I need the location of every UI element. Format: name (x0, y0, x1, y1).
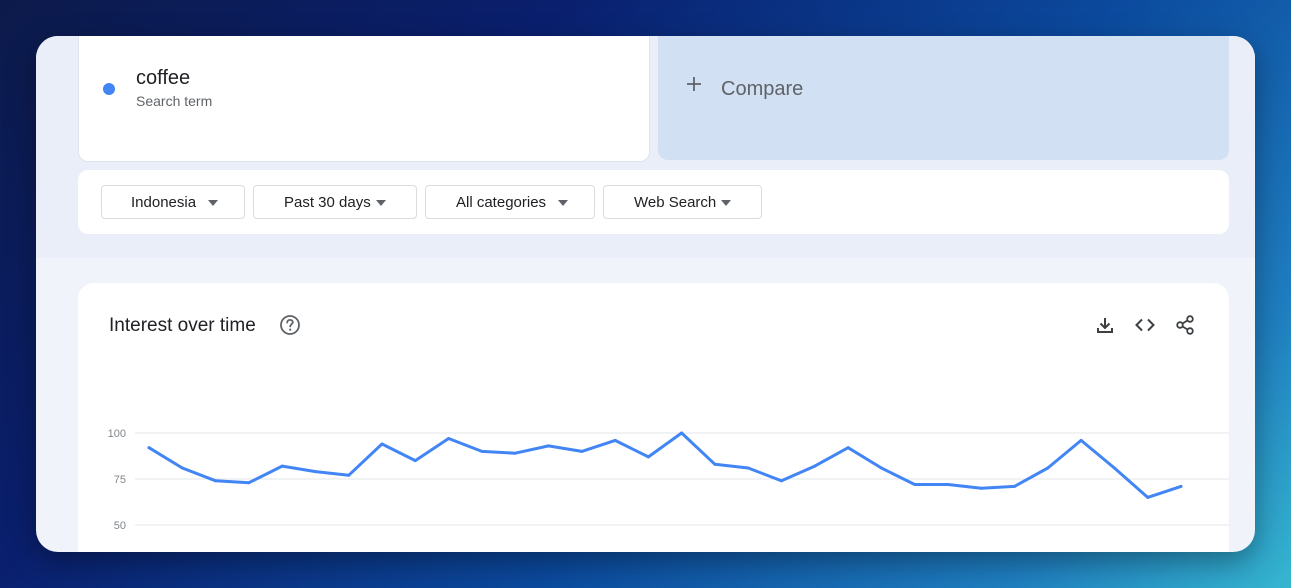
compare-label: Compare (721, 78, 804, 100)
search-term-type: Search term (136, 93, 213, 109)
data-point[interactable] (447, 437, 451, 440)
data-point[interactable] (214, 479, 218, 483)
data-point[interactable] (347, 473, 351, 477)
search-term-name[interactable]: coffee (136, 67, 190, 90)
data-point[interactable] (380, 442, 384, 446)
data-point[interactable] (646, 455, 650, 459)
data-point[interactable] (846, 446, 850, 450)
data-point[interactable] (247, 481, 251, 485)
filter-property-label: Web Search (634, 194, 717, 211)
data-point[interactable] (1179, 484, 1183, 488)
data-point[interactable] (580, 449, 584, 453)
app-window: coffee Search term Compare Indonesia Pas… (36, 36, 1255, 552)
y-tick-label: 50 (114, 520, 126, 532)
data-point[interactable] (879, 466, 883, 470)
filter-time-label: Past 30 days (284, 194, 371, 211)
data-point[interactable] (1046, 466, 1050, 470)
interest-line-chart: 100 75 50 (108, 428, 1229, 532)
data-point[interactable] (979, 486, 983, 490)
filters-bar: Indonesia Past 30 days All categories We… (78, 170, 1229, 234)
data-point[interactable] (913, 483, 917, 486)
data-point[interactable] (813, 464, 817, 468)
data-point[interactable] (1013, 484, 1016, 488)
data-point[interactable] (746, 466, 750, 470)
data-point[interactable] (480, 449, 484, 453)
data-point[interactable] (1146, 495, 1150, 499)
y-tick-label: 100 (108, 428, 126, 440)
data-point[interactable] (1112, 466, 1116, 470)
filter-region-label: Indonesia (131, 194, 197, 211)
filter-category-label: All categories (456, 194, 547, 211)
data-point[interactable] (280, 464, 284, 468)
data-point[interactable] (147, 446, 151, 450)
series-line[interactable] (147, 431, 1183, 499)
interest-over-time-card: Interest over time 100 75 50 (78, 283, 1229, 552)
filter-category-dropdown[interactable]: All categories (425, 185, 595, 219)
chevron-down-icon (208, 200, 218, 206)
data-point[interactable] (613, 438, 617, 442)
filter-property-dropdown[interactable]: Web Search (603, 185, 762, 219)
filter-region-dropdown[interactable]: Indonesia (101, 185, 245, 219)
data-point[interactable] (413, 459, 417, 463)
data-point[interactable] (1079, 438, 1083, 442)
compare-button[interactable]: Compare (658, 36, 1229, 160)
filter-time-dropdown[interactable]: Past 30 days (253, 185, 417, 219)
chevron-down-icon (721, 200, 731, 206)
chevron-down-icon (558, 200, 568, 206)
y-tick-label: 75 (114, 474, 126, 486)
data-point[interactable] (780, 479, 783, 483)
chevron-down-icon (376, 200, 386, 206)
data-point[interactable] (513, 451, 517, 455)
data-point[interactable] (314, 470, 317, 474)
term-color-dot (103, 83, 115, 95)
data-point[interactable] (180, 466, 184, 470)
search-term-card[interactable]: coffee Search term (78, 36, 650, 162)
data-point[interactable] (547, 444, 550, 448)
data-point[interactable] (946, 483, 950, 486)
plus-icon (684, 74, 704, 99)
data-point[interactable] (713, 462, 717, 466)
data-point[interactable] (680, 431, 684, 435)
